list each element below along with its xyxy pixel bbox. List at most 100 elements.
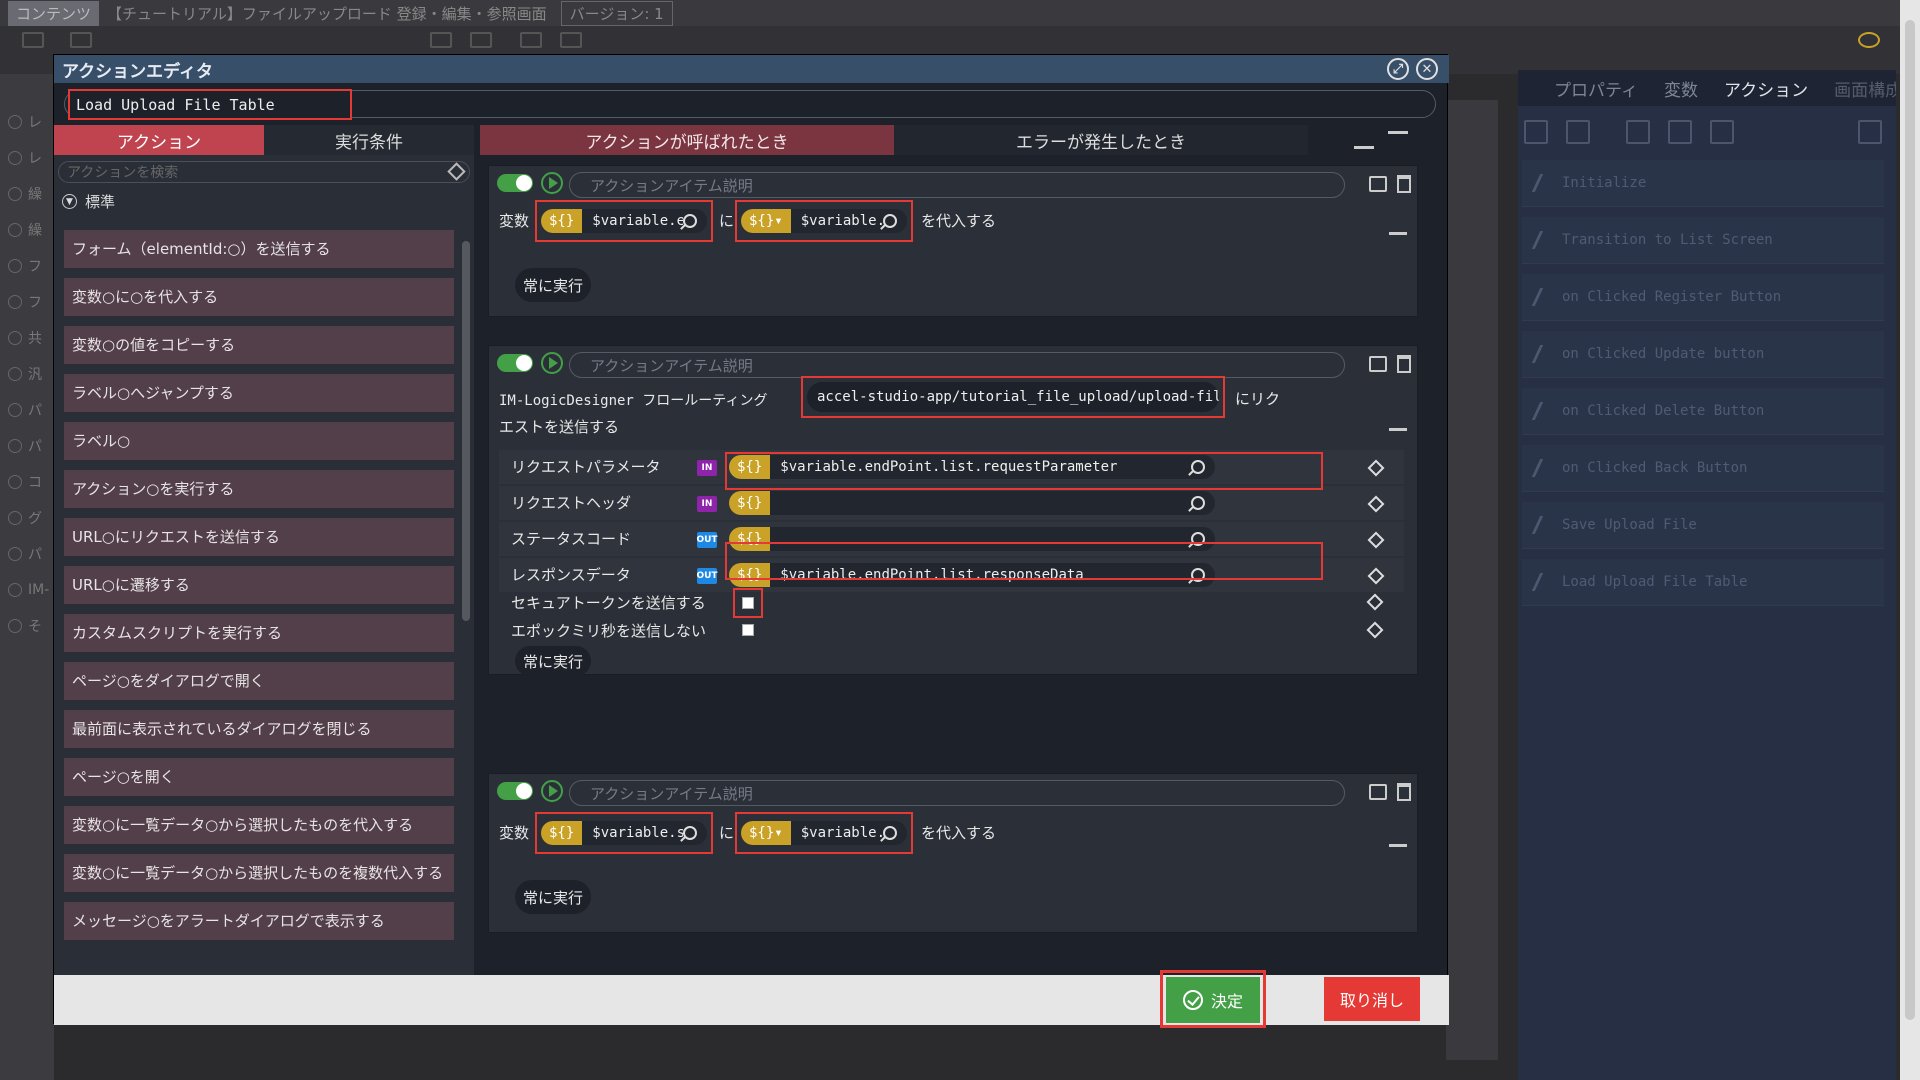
search-icon[interactable] xyxy=(683,826,697,840)
play-icon[interactable] xyxy=(541,352,563,374)
palette-item[interactable]: フ xyxy=(0,284,54,320)
add-action-icon[interactable] xyxy=(1524,120,1548,144)
action-palette-item[interactable]: 最前面に表示されているダイアログを閉じる xyxy=(64,710,454,748)
action-palette-item[interactable]: 変数○の値をコピーする xyxy=(64,326,454,364)
action-palette-item[interactable]: 変数○に一覧データ○から選択したものを複数代入する xyxy=(64,854,454,892)
expression-badge[interactable]: ${} xyxy=(729,491,771,515)
action-palette-item[interactable]: 変数○に○を代入する xyxy=(64,278,454,316)
palette-item[interactable]: レ xyxy=(0,140,54,176)
action-palette-item[interactable]: ページ○をダイアログで開く xyxy=(64,662,454,700)
action-search-input[interactable]: アクションを検索 xyxy=(58,161,470,183)
image-icon[interactable] xyxy=(70,32,92,48)
enable-toggle[interactable] xyxy=(497,174,533,192)
parameter-field[interactable]: ${} xyxy=(729,491,1215,515)
copy-icon[interactable] xyxy=(1369,356,1387,372)
action-palette-item[interactable]: ラベル○ xyxy=(64,422,454,460)
palette-item[interactable]: パ xyxy=(0,392,54,428)
action-list-item[interactable]: on Clicked Back Button xyxy=(1522,445,1884,492)
palette-item[interactable]: コ xyxy=(0,464,54,500)
epoch-checkbox[interactable] xyxy=(742,624,754,636)
trash-icon[interactable] xyxy=(1397,175,1411,193)
expression-badge[interactable]: ${} xyxy=(541,209,583,233)
expression-dropdown[interactable]: ${}▾ xyxy=(741,209,791,233)
palette-item[interactable]: レ xyxy=(0,104,54,140)
edit-action-icon[interactable] xyxy=(1626,120,1650,144)
clear-icon[interactable] xyxy=(1367,495,1385,513)
tab-actions-list[interactable]: アクション xyxy=(54,125,264,155)
action-list-item[interactable]: Load Upload File Table xyxy=(1522,559,1884,606)
palette-item[interactable]: パ xyxy=(0,536,54,572)
play-icon[interactable] xyxy=(541,172,563,194)
shape-icon[interactable] xyxy=(470,32,492,48)
collapse-icon[interactable] xyxy=(1389,232,1407,246)
clear-icon[interactable] xyxy=(1367,531,1385,549)
palette-item[interactable]: 汎 xyxy=(0,356,54,392)
move-action-icon[interactable] xyxy=(1710,120,1734,144)
enable-toggle[interactable] xyxy=(497,782,533,800)
copy-action-icon[interactable] xyxy=(1566,120,1590,144)
routing-url-field[interactable]: accel-studio-app/tutorial_file_upload/up… xyxy=(807,382,1219,412)
clear-icon[interactable] xyxy=(1367,459,1385,477)
item-description-input[interactable]: アクションアイテム説明 xyxy=(569,780,1345,806)
ok-button[interactable]: 決定 xyxy=(1166,977,1260,1023)
collapse-all-icon[interactable] xyxy=(1388,131,1408,149)
enable-toggle[interactable] xyxy=(497,354,533,372)
scrollbar-thumb[interactable] xyxy=(1905,20,1915,1020)
play-icon[interactable] xyxy=(541,780,563,802)
action-list-item[interactable]: on Clicked Delete Button xyxy=(1522,388,1884,435)
tab-variables[interactable]: 変数 xyxy=(1664,76,1698,101)
duplicate-action-icon[interactable] xyxy=(1668,120,1692,144)
palette-item[interactable]: 繰 xyxy=(0,176,54,212)
trash-icon[interactable] xyxy=(1397,783,1411,801)
expand-all-icon[interactable] xyxy=(1354,131,1374,149)
action-palette-item[interactable]: URL○にリクエストを送信する xyxy=(64,518,454,556)
secure-token-checkbox[interactable] xyxy=(742,597,754,609)
action-palette-item[interactable]: メッセージ○をアラートダイアログで表示する xyxy=(64,902,454,940)
palette-item[interactable]: グ xyxy=(0,500,54,536)
copy-icon[interactable] xyxy=(1369,784,1387,800)
cancel-button[interactable]: 取り消し xyxy=(1324,977,1420,1021)
variable-target-field[interactable]: ${} $variable.stat xyxy=(541,821,707,845)
palette-item[interactable]: 繰 xyxy=(0,212,54,248)
search-icon[interactable] xyxy=(883,214,897,228)
always-run-button[interactable]: 常に実行 xyxy=(515,880,592,914)
trash-icon[interactable] xyxy=(1858,120,1882,144)
variable-source-field[interactable]: ${}▾ $variable.stat xyxy=(741,209,907,233)
rect-icon[interactable] xyxy=(520,32,542,48)
action-list-item[interactable]: Transition to List Screen xyxy=(1522,217,1884,264)
search-icon[interactable] xyxy=(883,826,897,840)
palette-scrollbar[interactable] xyxy=(462,241,470,621)
action-palette-item[interactable]: 変数○に一覧データ○から選択したものを代入する xyxy=(64,806,454,844)
expression-dropdown[interactable]: ${}▾ xyxy=(741,821,791,845)
search-icon[interactable] xyxy=(1191,496,1205,510)
tab-conditions[interactable]: 実行条件 xyxy=(264,125,474,155)
clear-icon[interactable] xyxy=(1367,567,1385,585)
collapse-icon[interactable] xyxy=(1389,428,1407,442)
variable-source-field[interactable]: ${}▾ $variable.endP xyxy=(741,821,907,845)
palette-item[interactable]: 共 xyxy=(0,320,54,356)
item-description-input[interactable]: アクションアイテム説明 xyxy=(569,172,1345,198)
action-list-item[interactable]: Initialize xyxy=(1522,160,1884,207)
collapse-icon[interactable] xyxy=(1389,844,1407,858)
variable-target-field[interactable]: ${} $variable.endP xyxy=(541,209,707,233)
item-description-input[interactable]: アクションアイテム説明 xyxy=(569,352,1345,378)
edit-icon[interactable] xyxy=(1858,32,1880,48)
category-header[interactable]: ▼ 標準 xyxy=(62,191,115,212)
close-icon[interactable]: ✕ xyxy=(1416,58,1438,80)
expression-badge[interactable]: ${} xyxy=(541,821,583,845)
palette-item[interactable]: フ xyxy=(0,248,54,284)
action-palette-item[interactable]: ページ○を開く xyxy=(64,758,454,796)
tab-screen-structure[interactable]: 画面構成 xyxy=(1834,76,1896,101)
palette-item[interactable]: パ xyxy=(0,428,54,464)
action-palette-item[interactable]: URL○に遷移する xyxy=(64,566,454,604)
action-palette-item[interactable]: アクション○を実行する xyxy=(64,470,454,508)
palette-item[interactable]: IM- xyxy=(0,572,54,608)
search-icon[interactable] xyxy=(683,214,697,228)
trash-icon[interactable] xyxy=(1397,355,1411,373)
table-icon[interactable] xyxy=(560,32,582,48)
pointer-icon[interactable] xyxy=(430,32,452,48)
tab-properties[interactable]: プロパティ xyxy=(1554,76,1638,101)
copy-icon[interactable] xyxy=(1369,176,1387,192)
action-list-item[interactable]: Save Upload File xyxy=(1522,502,1884,549)
action-name-input[interactable]: Load Upload File Table xyxy=(68,89,352,120)
